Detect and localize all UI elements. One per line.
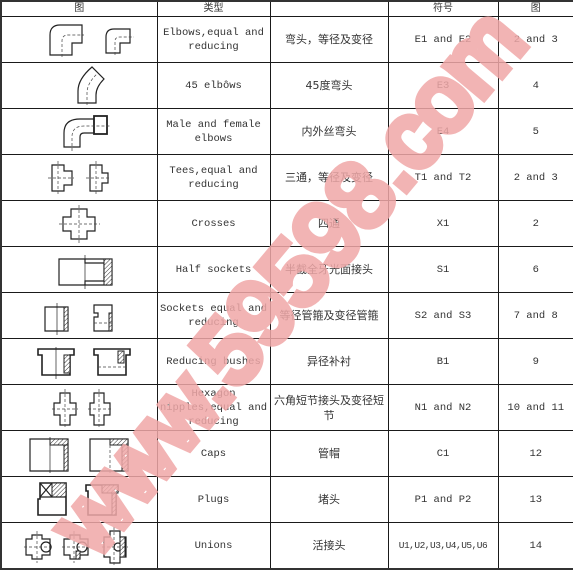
type-english: Elbows,equal and reducing [156,16,271,63]
symbol: U1,U2,U3,U4,U5,U6 [387,522,499,570]
type-english: 45 elbôws [156,62,271,109]
figure-number: 10 and 11 [497,384,573,431]
type-chinese: 活接头 [269,522,389,570]
figure-number: 7 and 8 [497,292,573,339]
figure-number: 2 and 3 [497,154,573,201]
header-figure-number: 图 [497,0,573,17]
type-english: Caps [156,430,271,477]
type-chinese: 六角短节接头及变径短节 [269,384,389,431]
symbol: E4 [387,108,499,155]
symbol: N1 and N2 [387,384,499,431]
symbol: B1 [387,338,499,385]
table-header-row: 图 类型 符号 图 [0,0,573,17]
table-row: Unions 活接头 U1,U2,U3,U4,U5,U6 14 [0,522,573,570]
table-row: Plugs 堵头 P1 and P2 13 [0,476,573,523]
symbol: T1 and T2 [387,154,499,201]
figure-number: 2 [497,200,573,247]
header-type: 类型 [156,0,271,17]
figure-number: 12 [497,430,573,477]
type-english: Unions [156,522,271,570]
tee-fitting-icon [0,154,158,201]
symbol: X1 [387,200,499,247]
table-row: 45 elbôws 45度弯头 E3 4 [0,62,573,109]
table-row: Tees,equal and reducing 三通，等径及变径 T1 and … [0,154,573,201]
table-row: Crosses 四通 X1 2 [0,200,573,247]
type-english: Hexagon nipples,equal and reducing [156,384,271,431]
header-type-chinese [269,0,389,17]
type-chinese: 堵头 [269,476,389,523]
socket-icon [0,292,158,339]
symbol: E1 and E2 [387,16,499,63]
cross-fitting-icon [0,200,158,247]
type-chinese: 管帽 [269,430,389,477]
figure-number: 6 [497,246,573,293]
union-icon [0,522,158,570]
table-row: Sockets equal and reducing 等径管箍及变径管箍 S2 … [0,292,573,339]
table-row: Male and female elbows 内外丝弯头 E4 5 [0,108,573,155]
symbol: P1 and P2 [387,476,499,523]
symbol: S2 and S3 [387,292,499,339]
pipe-fittings-table: 图 类型 符号 图 Elbows,equal and reducing 弯头，等… [0,0,573,570]
type-chinese: 四通 [269,200,389,247]
figure-number: 2 and 3 [497,16,573,63]
45-degree-elbow-icon [0,62,158,109]
header-figure-drawing: 图 [0,0,158,17]
type-english: Plugs [156,476,271,523]
type-english: Reducing bushes [156,338,271,385]
table-row: Hexagon nipples,equal and reducing 六角短节接… [0,384,573,431]
type-chinese: 45度弯头 [269,62,389,109]
type-english: Sockets equal and reducing [156,292,271,339]
plug-icon [0,476,158,523]
type-chinese: 异径补衬 [269,338,389,385]
hexagon-nipple-icon [0,384,158,431]
symbol: E3 [387,62,499,109]
type-english: Half sockets [156,246,271,293]
cap-icon [0,430,158,477]
figure-number: 13 [497,476,573,523]
type-chinese: 内外丝弯头 [269,108,389,155]
type-english: Crosses [156,200,271,247]
header-symbol: 符号 [387,0,499,17]
symbol: S1 [387,246,499,293]
figure-number: 5 [497,108,573,155]
figure-number: 9 [497,338,573,385]
type-chinese: 三通，等径及变径 [269,154,389,201]
half-socket-icon [0,246,158,293]
figure-number: 4 [497,62,573,109]
type-english: Tees,equal and reducing [156,154,271,201]
type-chinese: 半截全牙光面接头 [269,246,389,293]
reducing-bush-icon [0,338,158,385]
table-row: Elbows,equal and reducing 弯头，等径及变径 E1 an… [0,16,573,63]
male-female-elbow-icon [0,108,158,155]
table-row: Caps 管帽 C1 12 [0,430,573,477]
elbow-fitting-icon [0,16,158,63]
symbol: C1 [387,430,499,477]
type-chinese: 弯头，等径及变径 [269,16,389,63]
figure-number: 14 [497,522,573,570]
type-english: Male and female elbows [156,108,271,155]
table-row: Reducing bushes 异径补衬 B1 9 [0,338,573,385]
table-row: Half sockets 半截全牙光面接头 S1 6 [0,246,573,293]
type-chinese: 等径管箍及变径管箍 [269,292,389,339]
